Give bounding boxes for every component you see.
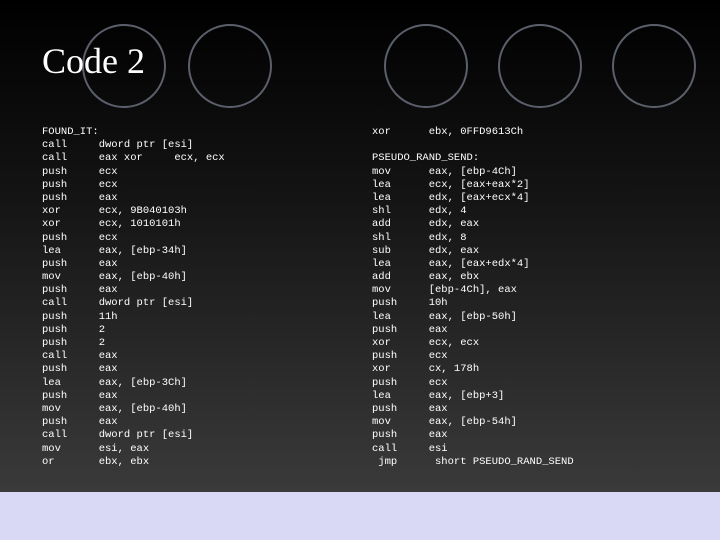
code-line: xor ebx, 0FFD9613Ch — [372, 126, 524, 138]
code-line: lea eax, [ebp-34h] — [42, 244, 187, 257]
code-line: call dword ptr [esi] — [42, 297, 194, 310]
code-line: push eax — [42, 257, 118, 270]
code-line: push ecx — [372, 376, 448, 389]
code-line: add eax, ebx — [372, 271, 480, 284]
code-line: push 2 — [42, 323, 106, 336]
code-line: push ecx — [42, 178, 118, 191]
decorative-circle — [612, 24, 696, 108]
code-line: xor ecx, ecx — [372, 337, 480, 349]
code-line: push eax — [42, 191, 118, 204]
code-line: mov [ebp-4Ch], eax — [372, 284, 517, 297]
code-line: push eax — [42, 284, 118, 297]
code-line: push eax — [42, 416, 118, 429]
slide-title: Code 2 — [42, 41, 145, 81]
decorative-circle — [498, 24, 582, 108]
code-line: push eax — [42, 389, 118, 402]
footer-band — [0, 492, 720, 540]
decorative-circle — [384, 24, 468, 108]
code-line: lea eax, [eax+edx*4] — [372, 257, 530, 270]
left-code-block: FOUND_IT: call dword ptr [esi] call eax xo… — [42, 126, 225, 469]
code-line: mov eax, [ebp-54h] — [372, 416, 517, 429]
code-line: or ebx, ebx — [42, 455, 150, 468]
code-line: push eax — [372, 402, 448, 415]
code-line: mov eax, [ebp-40h] — [42, 402, 187, 415]
code-line: push eax — [42, 363, 118, 376]
code-line: lea ecx, [eax+eax*2] — [372, 178, 530, 191]
code-line: mov eax, [ebp-40h] — [42, 271, 187, 284]
code-line: push eax — [372, 323, 448, 336]
code-line: push 11h — [42, 310, 118, 323]
code-line: lea eax, [ebp-50h] — [372, 310, 517, 323]
code-line: call eax xor ecx, ecx — [42, 152, 225, 165]
code-line: push ecx — [42, 231, 118, 244]
code-line: call dword ptr [esi] — [42, 139, 194, 152]
code-line: call eax — [42, 350, 118, 363]
code-line: add edx, eax — [372, 218, 480, 231]
code-line: shl edx, 4 — [372, 205, 467, 218]
code-line: shl edx, 8 — [372, 231, 467, 244]
code-line: call esi — [372, 442, 448, 455]
code-line: lea edx, [eax+ecx*4] — [372, 191, 530, 204]
code-line: call dword ptr [esi] — [42, 429, 194, 442]
code-line: push 2 — [42, 337, 106, 349]
code-line: mov esi, eax — [42, 442, 150, 455]
code-line: push 10h — [372, 297, 448, 310]
code-line: mov eax, [ebp-4Ch] — [372, 165, 517, 178]
code-line: lea eax, [ebp-3Ch] — [42, 376, 187, 389]
code-line: lea eax, [ebp+3] — [372, 389, 505, 402]
decorative-circle — [188, 24, 272, 108]
code-line: FOUND_IT: — [42, 126, 99, 138]
code-line: push ecx — [42, 165, 118, 178]
code-line: sub edx, eax — [372, 244, 480, 257]
code-line: jmp short PSEUDO_RAND_SEND — [372, 455, 574, 468]
code-line: xor cx, 178h — [372, 363, 480, 376]
right-code-block: xor ebx, 0FFD9613Ch PSEUDO_RAND_SEND: mov … — [372, 126, 574, 469]
code-line: push eax — [372, 429, 448, 442]
slide: Code 2 FOUND_IT: call dword ptr [esi] call… — [0, 0, 720, 492]
code-line: PSEUDO_RAND_SEND: — [372, 152, 480, 165]
code-line: xor ecx, 1010101h — [42, 218, 181, 231]
code-line: push ecx — [372, 350, 448, 363]
code-line: xor ecx, 9B040103h — [42, 205, 187, 218]
